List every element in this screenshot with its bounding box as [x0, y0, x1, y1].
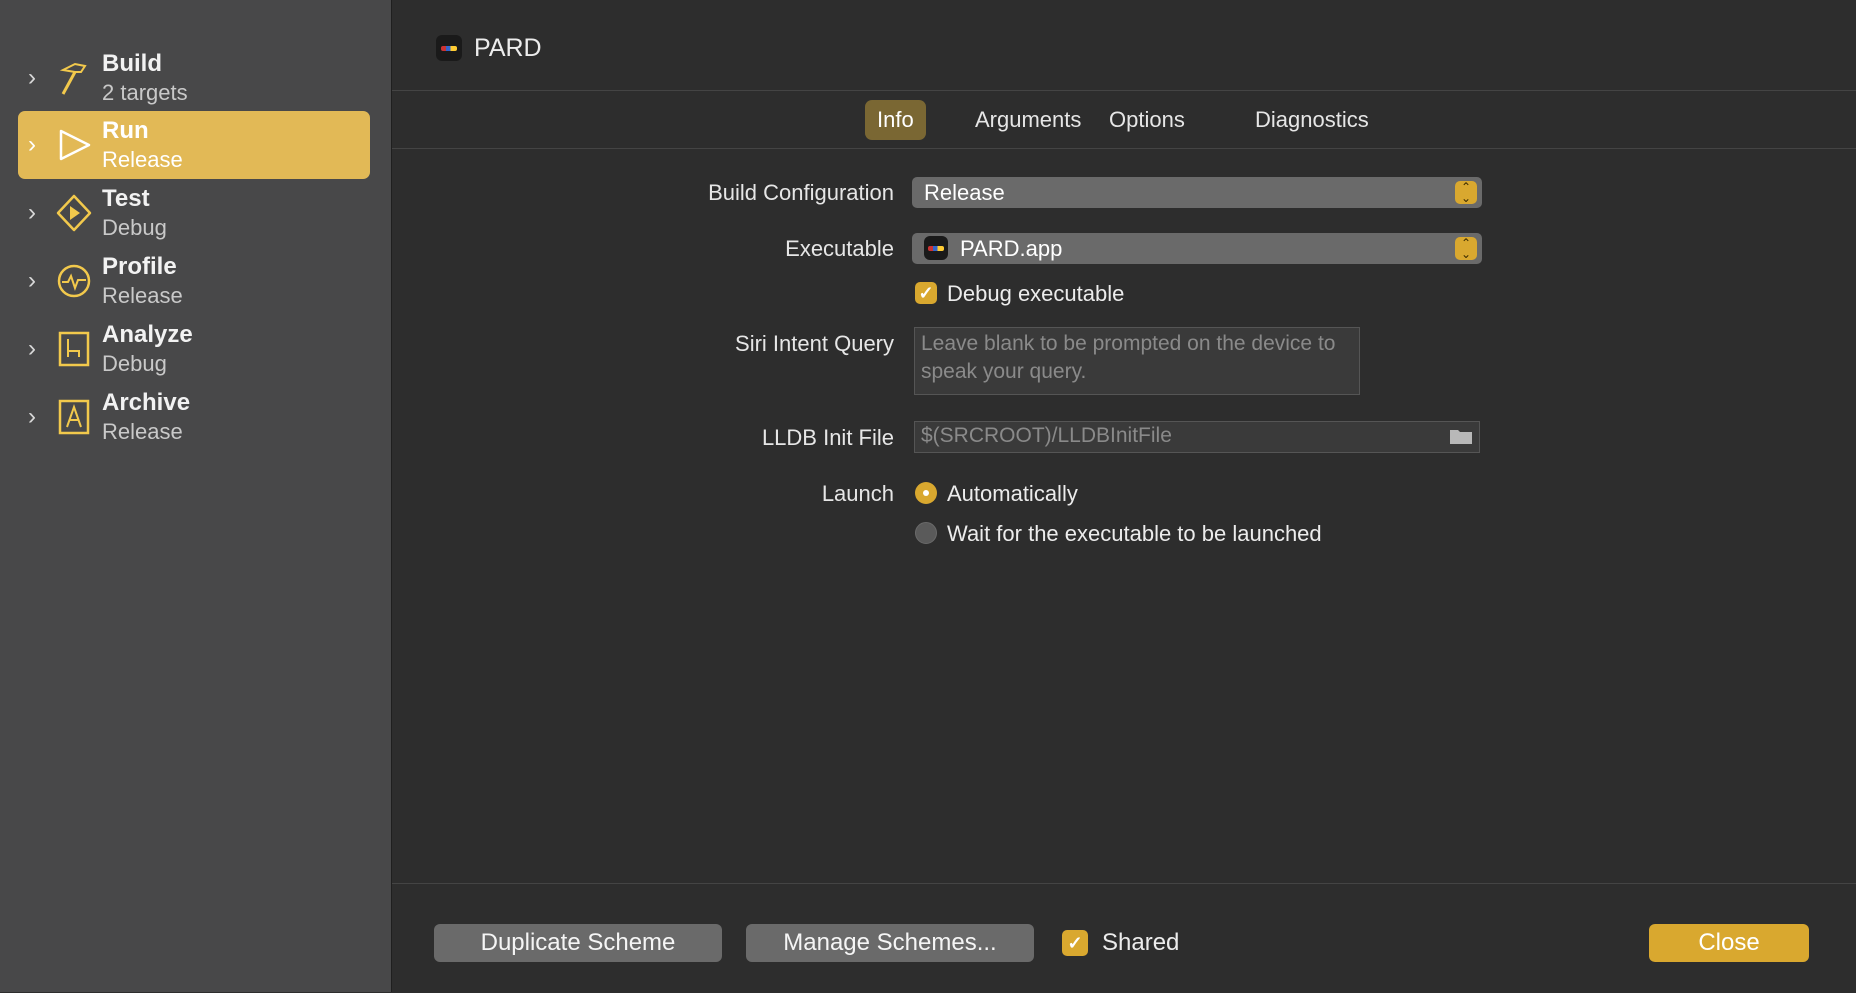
- tab-arguments[interactable]: Arguments: [963, 100, 1093, 140]
- tab-diagnostics[interactable]: Diagnostics: [1243, 100, 1381, 140]
- scheme-header: PARD: [392, 0, 1856, 91]
- scheme-action-sidebar: › Build 2 targets › Run Release › Test D…: [0, 0, 392, 992]
- chevron-right-icon[interactable]: ›: [28, 66, 48, 90]
- executable-popup[interactable]: PARD.app ⌃ ⌄: [912, 233, 1482, 264]
- scheme-editor-main: PARD Info Arguments Options Diagnostics …: [392, 0, 1856, 992]
- test-diamond-icon: [56, 194, 92, 232]
- hammer-icon: [59, 62, 87, 95]
- sidebar-item-subtitle: Debug: [102, 351, 167, 376]
- manage-schemes-button[interactable]: Manage Schemes...: [746, 924, 1034, 962]
- folder-icon[interactable]: [1449, 427, 1473, 445]
- popup-stepper-icon: ⌃ ⌄: [1455, 237, 1477, 260]
- launch-automatically-label: Automatically: [947, 481, 1078, 506]
- sidebar-item-test[interactable]: › Test Debug: [18, 179, 370, 247]
- popup-stepper-icon: ⌃ ⌄: [1455, 181, 1477, 204]
- scheme-title: PARD: [474, 34, 542, 62]
- lldb-init-file-label: LLDB Init File: [761, 425, 894, 450]
- sidebar-item-archive[interactable]: › Archive Release: [18, 383, 370, 451]
- sidebar-item-title: Build: [102, 50, 162, 77]
- sidebar-item-analyze[interactable]: › Analyze Debug: [18, 315, 370, 383]
- chevron-right-icon[interactable]: ›: [28, 201, 48, 225]
- sidebar-item-run[interactable]: › Run Release: [18, 111, 370, 179]
- build-configuration-value: Release: [924, 180, 1005, 205]
- sidebar-item-subtitle: 2 targets: [102, 80, 188, 105]
- sidebar-item-subtitle: Release: [102, 147, 183, 172]
- debug-executable-label: Debug executable: [947, 281, 1125, 306]
- lldb-init-file-field[interactable]: $(SRCROOT)/LLDBInitFile: [914, 421, 1480, 453]
- sidebar-item-title: Archive: [102, 389, 191, 416]
- sidebar-item-title: Run: [102, 117, 149, 144]
- launch-label: Launch: [821, 481, 894, 506]
- sidebar-item-build[interactable]: › Build 2 targets: [18, 44, 370, 112]
- analyze-icon: [58, 331, 90, 367]
- build-configuration-label: Build Configuration: [708, 180, 894, 205]
- footer-bar: Duplicate Scheme Manage Schemes... ✓ Sha…: [392, 883, 1856, 993]
- shared-checkbox[interactable]: ✓: [1062, 930, 1088, 956]
- siri-intent-query-field[interactable]: Leave blank to be prompted on the device…: [914, 327, 1360, 395]
- siri-intent-query-label: Siri Intent Query: [735, 331, 894, 356]
- lldb-init-file-placeholder: $(SRCROOT)/LLDBInitFile: [921, 424, 1172, 447]
- tab-options[interactable]: Options: [1097, 100, 1197, 140]
- close-button[interactable]: Close: [1649, 924, 1809, 962]
- debug-executable-checkbox[interactable]: ✓: [915, 282, 937, 304]
- profile-gauge-icon: [57, 264, 91, 298]
- app-icon: [924, 236, 948, 260]
- sidebar-item-subtitle: Release: [102, 419, 183, 444]
- play-icon: [59, 129, 91, 161]
- sidebar-item-subtitle: Release: [102, 283, 183, 308]
- tab-info[interactable]: Info: [865, 100, 926, 140]
- archive-icon: [58, 399, 90, 435]
- sidebar-item-title: Analyze: [102, 321, 193, 348]
- launch-wait-radio[interactable]: [915, 522, 937, 544]
- chevron-right-icon[interactable]: ›: [28, 269, 48, 293]
- sidebar-item-title: Test: [102, 185, 150, 212]
- tab-bar: Info Arguments Options Diagnostics: [392, 90, 1856, 149]
- sidebar-item-profile[interactable]: › Profile Release: [18, 247, 370, 315]
- executable-value: PARD.app: [960, 236, 1063, 261]
- app-icon: [436, 35, 462, 61]
- build-configuration-popup[interactable]: Release ⌃ ⌄: [912, 177, 1482, 208]
- chevron-right-icon[interactable]: ›: [28, 337, 48, 361]
- launch-wait-label: Wait for the executable to be launched: [947, 521, 1322, 546]
- sidebar-item-title: Profile: [102, 253, 177, 280]
- chevron-right-icon[interactable]: ›: [28, 133, 48, 157]
- executable-label: Executable: [785, 236, 894, 261]
- sidebar-item-subtitle: Debug: [102, 215, 167, 240]
- shared-label: Shared: [1102, 929, 1180, 956]
- launch-automatically-radio[interactable]: [915, 482, 937, 504]
- duplicate-scheme-button[interactable]: Duplicate Scheme: [434, 924, 722, 962]
- chevron-right-icon[interactable]: ›: [28, 405, 48, 429]
